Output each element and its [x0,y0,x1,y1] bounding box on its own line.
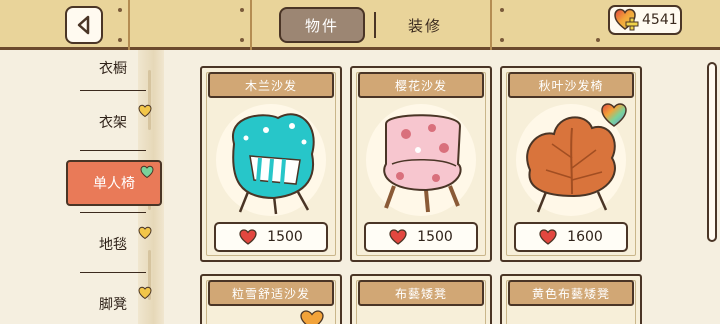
currency-display[interactable]: 4541 [608,5,682,35]
game-screen: 物件 装修 4541 衣橱 衣架 单人椅 地毯 脚凳 木兰沙发 1500 樱花沙… [0,0,720,324]
rainbow-heart-icon [138,104,152,118]
rainbow-heart-icon [138,286,152,300]
catalog-card-sakura-sofa[interactable]: 樱花沙发 1500 [350,66,492,262]
heart-icon [389,229,407,245]
heart-icon [239,229,257,245]
teal-armchair-icon [231,113,315,215]
nail-decoration [500,8,504,12]
price-value: 1500 [417,229,453,245]
price-tag: 1500 [364,222,478,252]
card-title: 樱花沙发 [358,72,484,98]
plank-seam [250,0,252,50]
sidebar-item-label: 衣架 [99,115,127,131]
tab-decoration[interactable]: 装修 [390,7,460,43]
sidebar-item-label: 脚凳 [99,297,127,313]
category-sidebar: 衣橱 衣架 单人椅 地毯 脚凳 [62,50,168,324]
sidebar-item-wardrobe[interactable]: 衣橱 [62,42,164,94]
price-value: 1500 [267,229,303,245]
sidebar-item-footstool[interactable]: 脚凳 [62,278,164,324]
catalog-card-autumn-leaf-chair[interactable]: 秋叶沙发椅 1600 [500,66,642,262]
nail-decoration [240,38,244,42]
nail-decoration [240,8,244,12]
sidebar-item-label: 单人椅 [93,176,135,192]
price-value: 1600 [567,229,603,245]
catalog-card-snow-sofa[interactable]: 粒雪舒适沙发 [200,274,342,324]
back-arrow-icon [77,15,90,35]
pink-armchair-icon [383,114,462,213]
rainbow-heart-plus-icon [614,8,639,31]
nail-decoration [596,38,600,42]
price-tag: 1500 [214,222,328,252]
tab-items[interactable]: 物件 [279,7,365,43]
sidebar-divider [80,150,146,151]
tab-separator [374,12,376,38]
catalog-card-yellow-fabric-stool[interactable]: 黄色布藝矮凳 [500,274,642,324]
leaf-armchair-icon [526,116,616,213]
rainbow-heart-icon [140,165,154,179]
price-tag: 1600 [514,222,628,252]
sidebar-divider [80,90,146,91]
sidebar-item-clothes-rack[interactable]: 衣架 [62,96,164,148]
heart-icon [539,229,557,245]
currency-amount: 4541 [642,12,678,28]
card-title: 粒雪舒适沙发 [208,280,334,306]
sidebar-divider [80,272,146,273]
catalog-card-fabric-stool[interactable]: 布藝矮凳 [350,274,492,324]
sidebar-item-carpet[interactable]: 地毯 [62,218,164,270]
catalog-card-magnolia-sofa[interactable]: 木兰沙发 1500 [200,66,342,262]
sidebar-divider [80,212,146,213]
card-title: 木兰沙发 [208,72,334,98]
rainbow-heart-icon [138,226,152,240]
scrollbar[interactable] [707,62,717,242]
card-title: 布藝矮凳 [358,280,484,306]
card-title: 黄色布藝矮凳 [508,280,634,306]
nail-decoration [118,8,122,12]
sidebar-item-label: 衣橱 [99,61,127,77]
sidebar-item-label: 地毯 [99,237,127,253]
sidebar-item-armchair[interactable]: 单人椅 [66,160,162,206]
plank-seam [490,0,492,50]
rainbow-heart-icon [300,310,324,324]
back-button[interactable] [65,6,103,44]
nail-decoration [500,38,504,42]
card-title: 秋叶沙发椅 [508,72,634,98]
